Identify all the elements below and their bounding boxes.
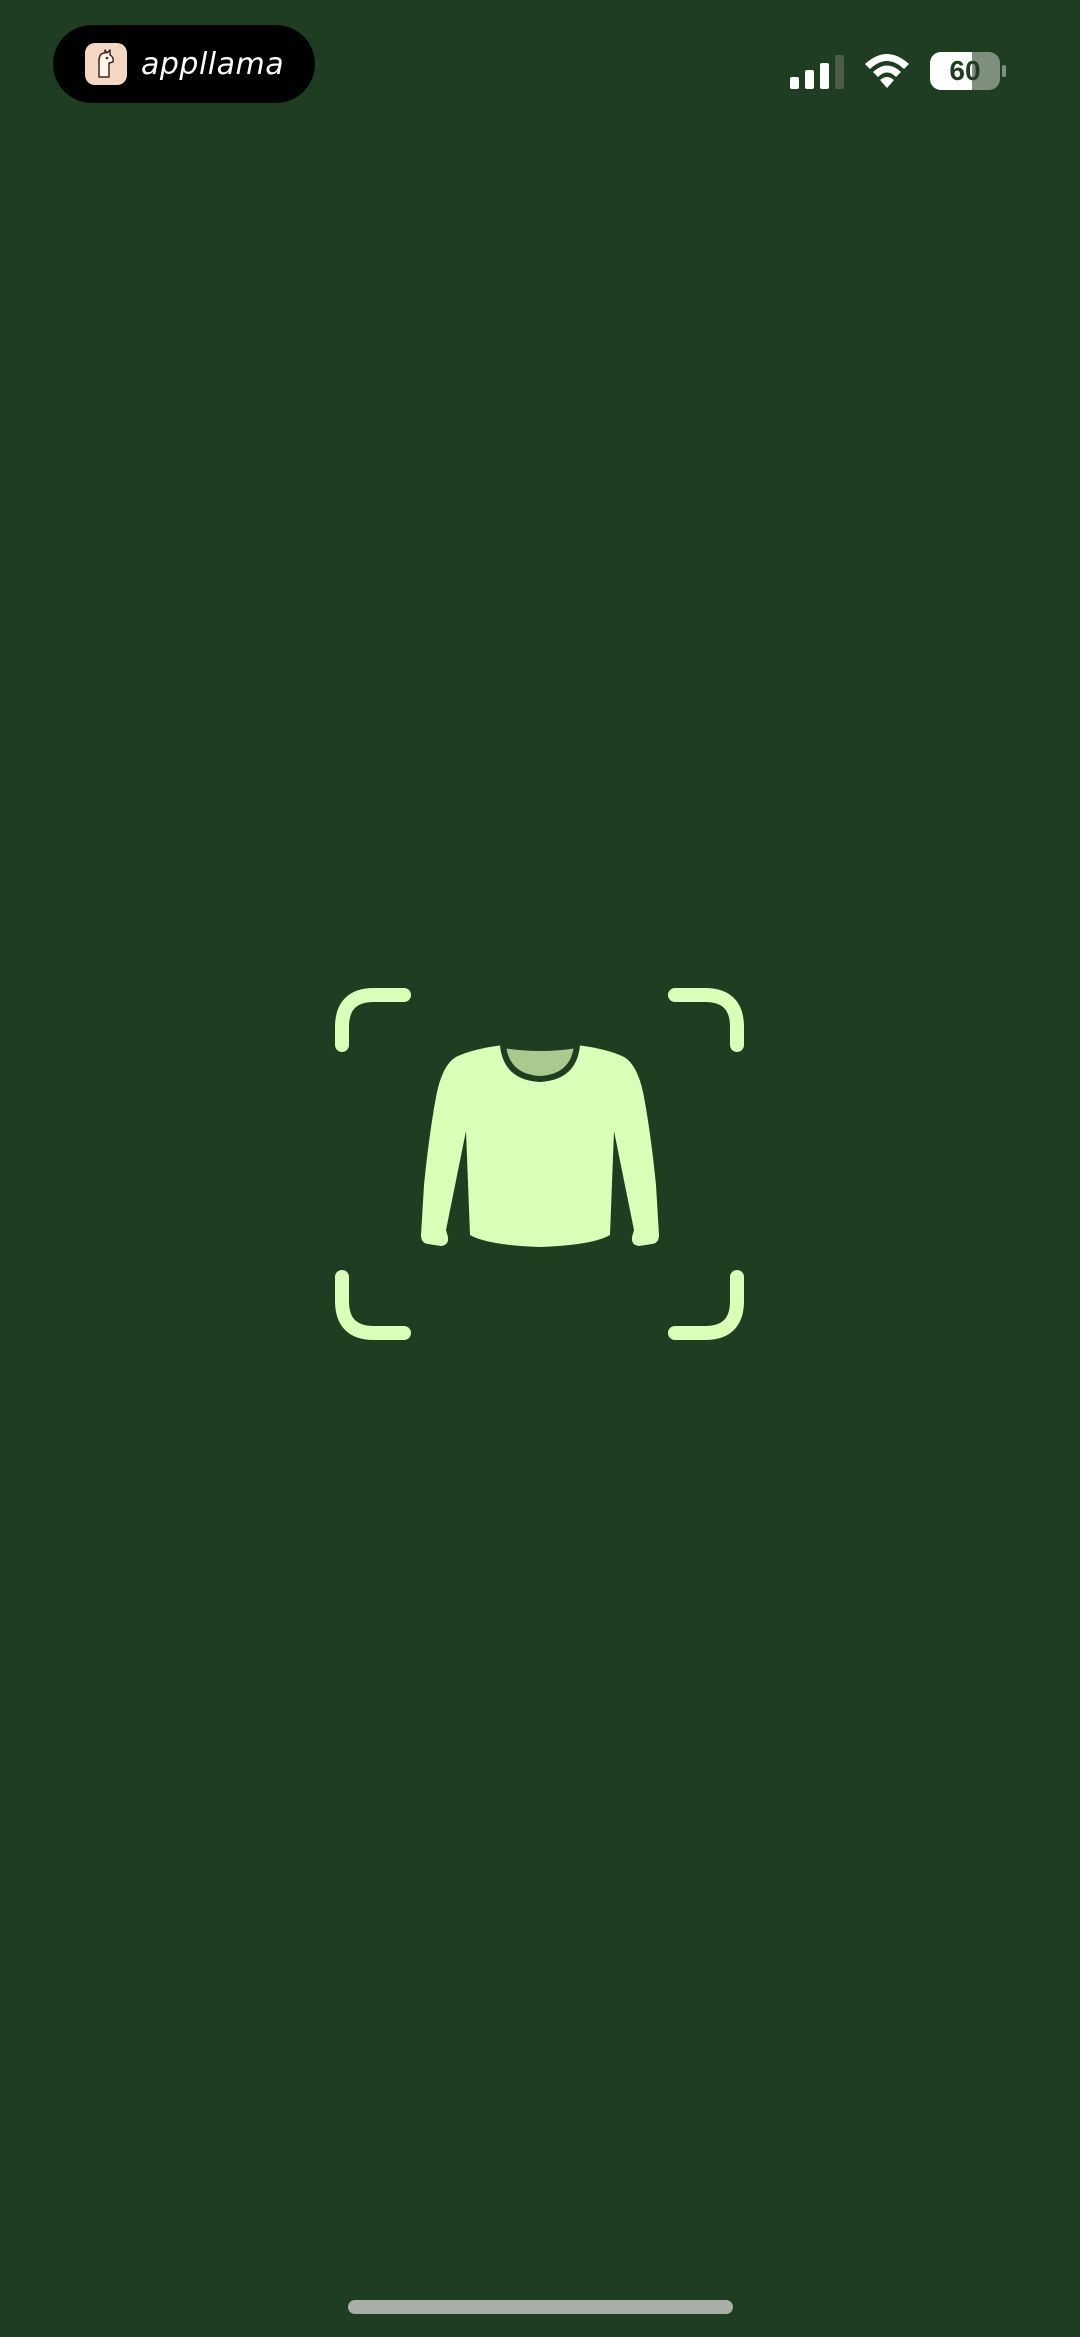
app-name: appllama [141,46,285,82]
llama-icon [85,43,127,85]
sweater-icon [421,1041,659,1247]
home-indicator[interactable] [348,2300,733,2314]
app-indicator-pill[interactable]: appllama [53,25,315,103]
scan-viewfinder [335,988,744,1340]
status-bar: appllama 60 [0,0,1080,130]
wifi-icon [865,54,909,88]
cellular-signal-icon [790,55,844,89]
battery-level-text: 60 [949,55,981,86]
